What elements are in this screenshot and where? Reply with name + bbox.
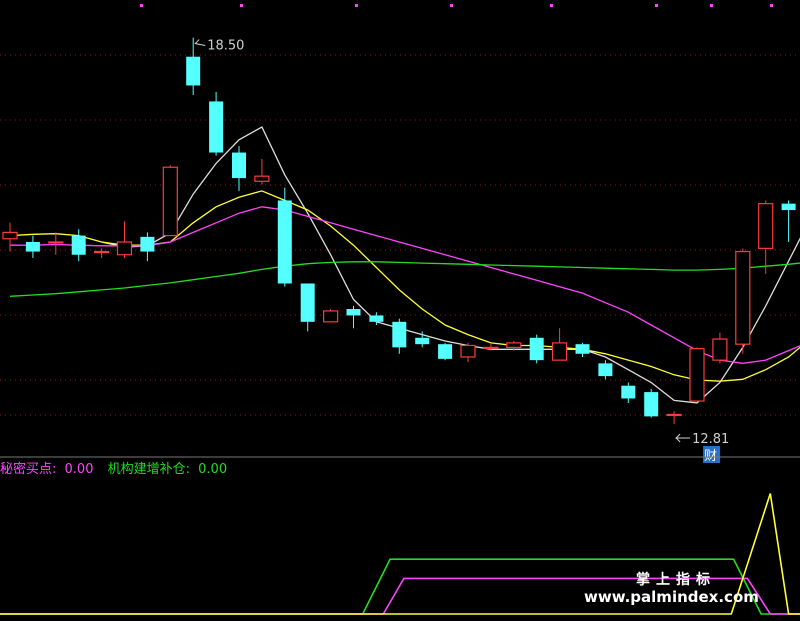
candle-body-down (369, 315, 384, 322)
candle-body-down (300, 283, 315, 322)
candle-body-up (712, 338, 728, 361)
candle-body-up (666, 413, 682, 417)
candle (209, 91, 224, 156)
candle (438, 342, 453, 361)
candle-body-down (392, 321, 407, 348)
candle (598, 360, 613, 380)
legend-jigou-value: 0.00 (198, 462, 227, 477)
candle (460, 342, 476, 363)
watermark-title: 掌上指标 (636, 571, 716, 588)
candle-body-down (186, 56, 201, 86)
candle (575, 342, 590, 357)
candle-body-down (781, 203, 796, 211)
low-arrow-icon (674, 433, 691, 443)
candle (254, 158, 270, 185)
legend-mimi-label: 秘密买点: (0, 461, 56, 477)
candle (71, 229, 86, 262)
candle-body-down (529, 337, 544, 361)
candle (2, 222, 18, 252)
grid-marker (450, 4, 453, 7)
grid-marker (655, 4, 658, 7)
candle (277, 187, 292, 287)
candle (735, 248, 751, 354)
candle (140, 232, 155, 262)
grid-marker (355, 4, 358, 7)
candle-body-up (460, 344, 476, 358)
candle-body-down (71, 235, 86, 255)
candle (758, 200, 774, 274)
candle-body-up (116, 241, 133, 256)
grid-marker (710, 4, 713, 7)
grid-marker (240, 4, 243, 7)
candle (300, 283, 315, 332)
candle (323, 309, 339, 323)
watermark-url: www.palmindex.com (584, 588, 759, 606)
candle-body-down (140, 236, 155, 252)
low-price-label: 12.81 (692, 432, 729, 447)
candle (232, 146, 246, 191)
candle-body-up (162, 166, 178, 237)
moving-average-lines (9, 126, 800, 404)
candle-body-down (346, 309, 361, 316)
candle-body-up (254, 175, 270, 182)
candle (621, 382, 636, 403)
indicator-legend: 秘密买点: 0.00 机构建增补仓: 0.00 (0, 461, 227, 477)
candle-body-up (758, 203, 774, 249)
ma-line-4 (9, 261, 800, 297)
candle-body-up (93, 250, 110, 254)
candle-body-down (232, 152, 246, 179)
candle (529, 334, 544, 364)
candle-body-up (506, 342, 522, 348)
candle (186, 37, 201, 96)
low-annotation: 12.81 财 (674, 432, 729, 464)
candle-body-down (277, 200, 292, 284)
candle-body-down (598, 363, 613, 377)
candle-body-up (2, 231, 18, 240)
candle (116, 221, 133, 258)
chart-canvas: 18.50 12.81 财 秘密买点: 0.00 机构建增补仓: 0.00 掌上… (0, 4, 800, 615)
candle-body-up (735, 250, 751, 345)
candle (551, 328, 568, 361)
candle-body-down (438, 344, 453, 359)
candle (781, 200, 796, 242)
candle (48, 232, 64, 255)
candle (25, 235, 40, 258)
candle-body-down (575, 344, 590, 354)
legend-mimi-value: 0.00 (65, 462, 94, 477)
candle-body-down (209, 101, 224, 153)
candle (644, 388, 659, 418)
grid-marker (140, 4, 143, 7)
candle-body-up (483, 346, 499, 349)
candle-body-down (621, 385, 636, 399)
grid-lines (0, 4, 800, 416)
candle-body-up (48, 241, 64, 244)
candle (392, 318, 407, 354)
candle-body-down (415, 337, 430, 345)
candle-body-down (644, 392, 659, 417)
candle (666, 411, 682, 425)
candle (689, 347, 705, 402)
legend-jigou-label: 机构建增补仓: (108, 462, 190, 477)
candle (346, 305, 361, 329)
candle-body-down (25, 241, 40, 252)
candle (162, 165, 178, 237)
ma-line-2 (9, 190, 800, 382)
high-annotation: 18.50 (194, 39, 244, 54)
candle-body-up (323, 310, 339, 323)
candle-body-up (689, 348, 705, 402)
candle (93, 248, 110, 258)
high-price-label: 18.50 (207, 39, 244, 54)
candlestick-series (2, 37, 796, 425)
grid-marker (770, 4, 773, 7)
candle-body-up (551, 342, 568, 361)
high-arrow-icon (194, 39, 206, 47)
grid-marker (550, 4, 553, 7)
candle (712, 332, 728, 364)
